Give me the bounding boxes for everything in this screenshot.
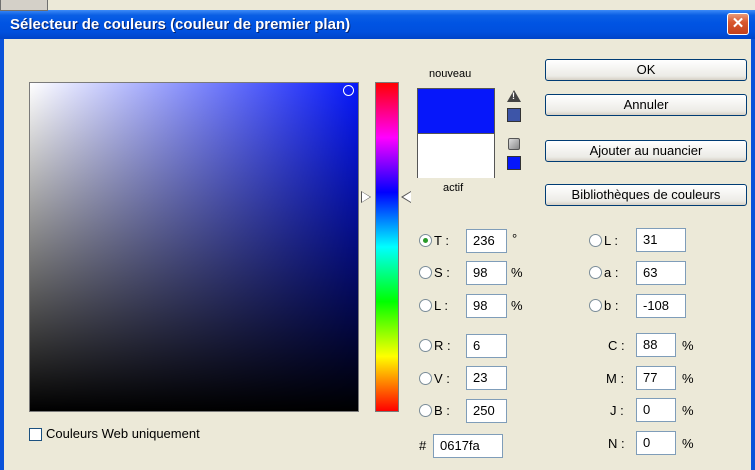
cancel-button[interactable]: Annuler (545, 94, 747, 116)
window-corner-tab (0, 0, 48, 11)
saturation-input[interactable]: 98 (466, 261, 507, 285)
color-picker-circle[interactable] (343, 85, 354, 96)
brightness-unit: % (511, 298, 523, 313)
color-libraries-button[interactable]: Bibliothèques de couleurs (545, 184, 747, 206)
hue-label: T : (434, 233, 449, 248)
lab-l-label: L : (604, 233, 618, 248)
web-colors-only-label: Couleurs Web uniquement (46, 426, 200, 441)
lab-a-input[interactable]: 63 (636, 261, 686, 285)
lab-l-input[interactable]: 31 (636, 228, 686, 252)
blue-input[interactable]: 250 (466, 399, 507, 423)
hue-unit: ° (512, 231, 518, 246)
web-colors-only-checkbox[interactable] (29, 428, 42, 441)
magenta-input[interactable]: 77 (636, 366, 676, 390)
magenta-unit: % (682, 371, 694, 386)
current-color-swatch[interactable] (418, 133, 494, 178)
web-safe-color-swatch[interactable] (507, 156, 521, 170)
lab-a-label: a : (604, 265, 619, 280)
lab-a-radio[interactable] (589, 266, 602, 279)
black-label: N : (608, 436, 625, 451)
green-radio[interactable] (419, 372, 432, 385)
magenta-label: M : (606, 371, 625, 386)
black-unit: % (682, 436, 694, 451)
window-frame-left (0, 39, 4, 470)
hue-slider[interactable] (375, 82, 399, 412)
lab-b-radio[interactable] (589, 299, 602, 312)
lab-l-radio[interactable] (589, 234, 602, 247)
yellow-input[interactable]: 0 (636, 398, 676, 422)
new-color-swatch (418, 89, 494, 133)
title-bar: Sélecteur de couleurs (couleur de premie… (0, 10, 755, 39)
red-label: R : (434, 338, 451, 353)
hue-input[interactable]: 236 (466, 229, 507, 253)
color-field-brightness-gradient (30, 83, 358, 411)
saturation-unit: % (511, 265, 523, 280)
brightness-label: L : (434, 298, 448, 313)
saturation-label: S : (434, 265, 450, 280)
green-input[interactable]: 23 (466, 366, 507, 390)
new-color-label: nouveau (429, 68, 472, 80)
add-to-swatches-button[interactable]: Ajouter au nuancier (545, 140, 747, 162)
blue-radio[interactable] (419, 404, 432, 417)
red-input[interactable]: 6 (466, 334, 507, 358)
window-title: Sélecteur de couleurs (couleur de premie… (10, 16, 351, 33)
yellow-label: J : (610, 403, 624, 418)
hex-label: # (419, 438, 427, 453)
hue-slider-arrow-right[interactable] (403, 192, 411, 202)
cyan-label: C : (608, 338, 625, 353)
current-color-label: actif (443, 182, 464, 194)
cyan-unit: % (682, 338, 694, 353)
hue-radio[interactable] (419, 234, 432, 247)
blue-label: B : (434, 403, 450, 418)
gamut-correction-swatch[interactable] (507, 108, 521, 122)
yellow-unit: % (682, 403, 694, 418)
black-input[interactable]: 0 (636, 431, 676, 455)
saturation-radio[interactable] (419, 266, 432, 279)
web-safe-cube-icon[interactable] (508, 138, 520, 150)
lab-b-input[interactable]: -108 (636, 294, 686, 318)
color-comparison-swatch (417, 88, 495, 178)
color-field[interactable] (29, 82, 359, 412)
cyan-input[interactable]: 88 (636, 333, 676, 357)
hue-slider-arrow-left[interactable] (362, 192, 370, 202)
red-radio[interactable] (419, 339, 432, 352)
window-frame-right (751, 39, 755, 470)
close-button[interactable]: ✕ (727, 13, 749, 35)
ok-button[interactable]: OK (545, 59, 747, 81)
out-of-gamut-warning-icon[interactable]: ! (507, 90, 521, 102)
hex-input[interactable]: 0617fa (433, 434, 503, 458)
lab-b-label: b : (604, 298, 619, 313)
green-label: V : (434, 371, 450, 386)
brightness-radio[interactable] (419, 299, 432, 312)
brightness-input[interactable]: 98 (466, 294, 507, 318)
